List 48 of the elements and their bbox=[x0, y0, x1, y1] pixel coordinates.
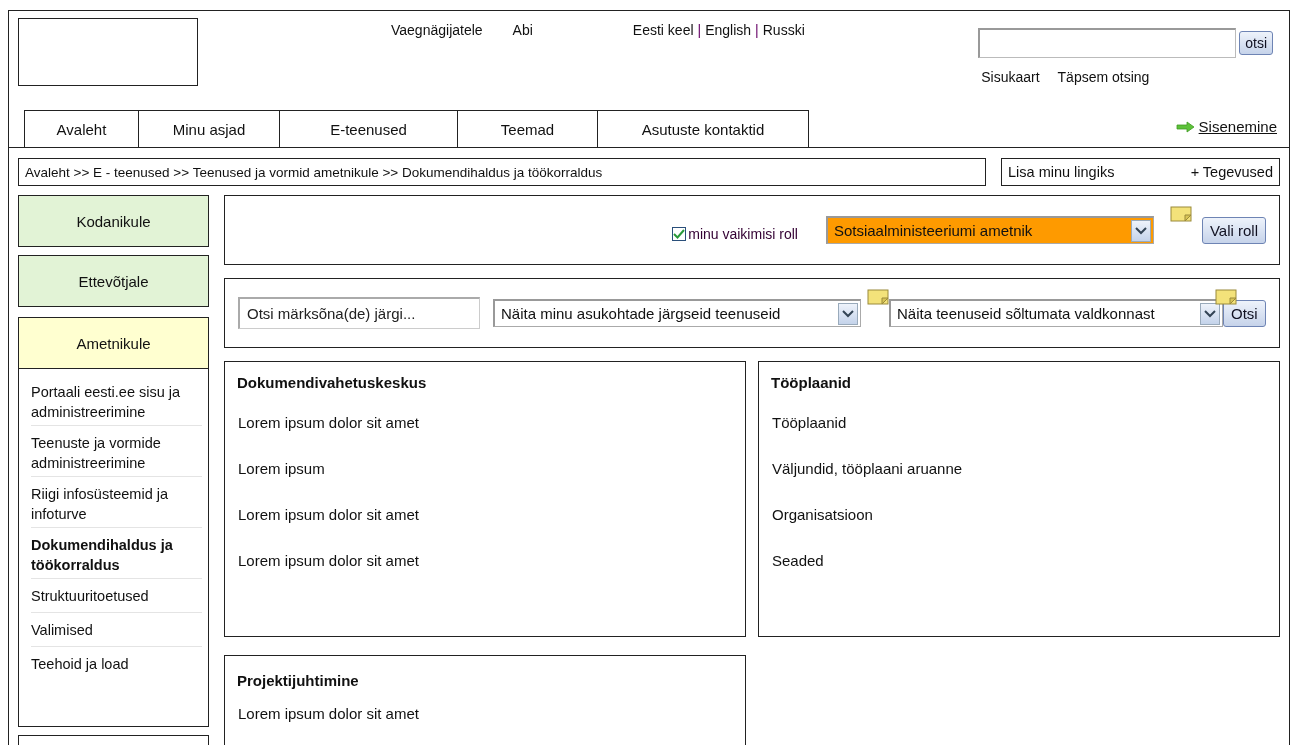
language-link[interactable]: English bbox=[705, 22, 752, 38]
role-dropdown[interactable]: Sotsiaalministeeriumi ametnik bbox=[825, 216, 1154, 244]
separator: | bbox=[755, 22, 759, 38]
separator: | bbox=[697, 22, 702, 38]
sidebar-item[interactable]: Dokumendihaldus ja töökorraldus bbox=[31, 528, 202, 579]
card-link[interactable]: Lorem ipsum dolor sit amet bbox=[237, 414, 733, 431]
action-link[interactable]: + Tegevused bbox=[1190, 164, 1273, 180]
language-link[interactable]: Russki bbox=[762, 22, 805, 38]
search-link[interactable]: Täpsem otsing bbox=[1057, 69, 1150, 85]
card-link[interactable]: Väljundid, tööplaani aruanne bbox=[771, 460, 1267, 477]
sidebar-item[interactable]: Portaali eesti.ee sisu ja administreerimine bbox=[31, 375, 202, 426]
nav-tab[interactable]: Asutuste kontaktid bbox=[598, 110, 809, 147]
select-role-button[interactable]: Vali roll bbox=[1201, 216, 1266, 244]
card-title: Dokumendivahetuskeskus bbox=[237, 374, 428, 391]
sidebar-item[interactable]: Riigi infosüsteemid ja infoturve bbox=[31, 477, 202, 528]
nav-tab[interactable]: E-teenused bbox=[280, 110, 458, 147]
domain-dropdown[interactable]: Näita teenuseid sõltumata valdkonnast bbox=[889, 299, 1223, 327]
category-tab[interactable]: Ametnikule bbox=[18, 317, 209, 369]
nav-tab[interactable]: Minu asjad bbox=[139, 110, 280, 147]
card-title: Projektijuhtimine bbox=[237, 672, 360, 689]
top-link[interactable]: Abi bbox=[512, 22, 533, 38]
nav-tab[interactable]: Teemad bbox=[458, 110, 598, 147]
card-link[interactable]: Organisatsioon bbox=[771, 506, 1267, 523]
search-link[interactable]: Sisukaart bbox=[981, 69, 1040, 85]
top-link[interactable]: Vaegnägijatele bbox=[391, 22, 483, 38]
card-link[interactable]: Seaded bbox=[771, 552, 1267, 569]
category-tab[interactable]: Kodanikule bbox=[18, 195, 209, 247]
card-link[interactable]: Lorem ipsum dolor sit amet bbox=[237, 552, 733, 569]
card-title: Tööplaanid bbox=[771, 374, 852, 391]
sidebar-item[interactable]: Teehoid ja load bbox=[31, 647, 202, 681]
login-link[interactable]: Sisenemine bbox=[1198, 118, 1277, 135]
breadcrumb: Avaleht >> E - teenused >> Teenused ja vormid ametnikule >> Dokumendihaldus ja töökorraldus bbox=[18, 158, 986, 186]
location-dropdown[interactable]: Näita minu asukohtade järgseid teenuseid bbox=[493, 299, 861, 327]
search-button[interactable]: Otsi bbox=[1223, 299, 1266, 327]
category-tab[interactable]: Ettevõtjale bbox=[18, 255, 209, 307]
language-link[interactable]: Eesti keel bbox=[632, 22, 694, 38]
card-link[interactable]: Lorem ipsum bbox=[237, 460, 733, 477]
checkbox-label: minu vaikimisi roll bbox=[688, 226, 798, 242]
search-button[interactable]: otsi bbox=[1239, 31, 1273, 55]
card-link[interactable]: Lorem ipsum dolor sit amet bbox=[237, 705, 733, 722]
keyword-field[interactable]: Otsi märksõna(de) järgi... bbox=[238, 297, 480, 329]
sidebar-item[interactable]: Teenuste ja vormide administreerimine bbox=[31, 426, 202, 477]
card-link[interactable]: Tööplaanid bbox=[771, 414, 1267, 431]
action-link[interactable]: Lisa minu lingiks bbox=[1008, 164, 1115, 180]
nav-tab[interactable]: Avaleht bbox=[24, 110, 139, 147]
sidebar-item[interactable]: Struktuuritoetused bbox=[31, 579, 202, 613]
card-link[interactable]: Lorem ipsum dolor sit amet bbox=[237, 506, 733, 523]
sidebar-item[interactable]: Valimised bbox=[31, 613, 202, 647]
